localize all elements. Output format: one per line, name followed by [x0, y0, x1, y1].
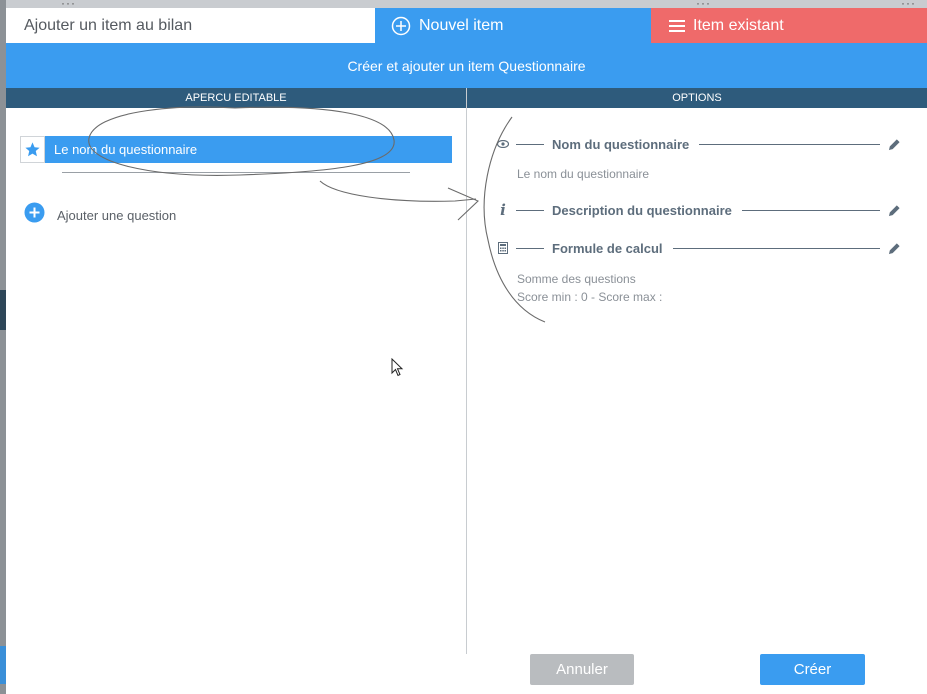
plus-circle-icon: [24, 202, 45, 228]
preview-column-header: APERCU EDITABLE: [6, 88, 466, 108]
edit-name-pencil-icon[interactable]: [888, 138, 901, 151]
modal-tabs: Ajouter un item au bilan Nouvel item Ite…: [6, 8, 927, 43]
eye-icon: [496, 140, 510, 148]
option-divider: [699, 143, 880, 145]
create-button[interactable]: Créer: [760, 654, 865, 685]
mouse-cursor-icon: [391, 358, 404, 377]
option-divider: [516, 247, 544, 249]
option-divider: [516, 209, 544, 211]
option-description: i Description du questionnaire: [496, 200, 901, 220]
calculator-icon: [496, 242, 510, 254]
option-name-label: Nom du questionnaire: [552, 136, 690, 152]
add-question-label: Ajouter une question: [57, 207, 177, 223]
cancel-button[interactable]: Annuler: [530, 654, 634, 685]
option-description-label: Description du questionnaire: [552, 202, 732, 218]
option-formula: Formule de calcul: [496, 238, 901, 258]
option-name: Nom du questionnaire: [496, 134, 901, 154]
tab-existing-item[interactable]: Item existant: [651, 8, 927, 43]
option-divider: [672, 247, 880, 249]
option-formula-label: Formule de calcul: [552, 240, 663, 256]
tab-new-item[interactable]: Nouvel item: [375, 8, 651, 43]
add-item-modal: Ajouter un item au bilan Nouvel item Ite…: [6, 8, 927, 694]
option-formula-score-range: Score min : 0 - Score max :: [517, 290, 663, 304]
plus-circle-icon: [391, 16, 411, 36]
questionnaire-name-field[interactable]: Le nom du questionnaire: [20, 136, 452, 163]
option-name-value: Le nom du questionnaire: [517, 167, 650, 181]
tab-existing-item-label: Item existant: [693, 16, 784, 34]
edit-description-pencil-icon[interactable]: [888, 204, 901, 217]
options-column-header: OPTIONS: [467, 88, 927, 108]
info-icon: i: [500, 201, 506, 219]
modal-subheader: Créer et ajouter un item Questionnaire: [6, 43, 927, 88]
tab-new-item-label: Nouvel item: [419, 16, 504, 34]
name-underline: [62, 172, 410, 173]
list-icon: [669, 19, 685, 33]
column-divider: [466, 88, 467, 654]
option-formula-value: Somme des questions: [517, 272, 636, 286]
option-divider: [741, 209, 880, 211]
background-app-top: ··· ··· ···: [6, 0, 927, 10]
modal-title: Ajouter un item au bilan: [6, 8, 375, 43]
edit-formula-pencil-icon[interactable]: [888, 242, 901, 255]
option-divider: [516, 143, 544, 145]
add-question-button[interactable]: Ajouter une question: [24, 202, 176, 228]
star-icon: [20, 136, 45, 163]
questionnaire-name-value[interactable]: Le nom du questionnaire: [45, 136, 452, 163]
